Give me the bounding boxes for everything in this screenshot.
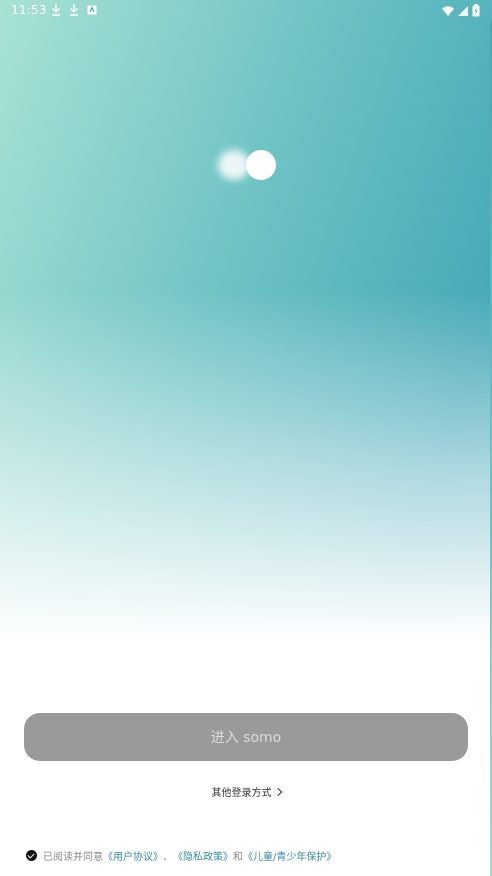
status-notification-icons: [51, 4, 97, 16]
logo-solid-circle: [246, 150, 276, 180]
status-bar: 11:53: [0, 0, 492, 20]
user-agreement-link[interactable]: 《用户协议》: [103, 848, 163, 863]
privacy-policy-link[interactable]: 《隐私政策》: [173, 848, 233, 863]
somo-logo: [216, 146, 280, 184]
enter-button-label: 进入 somo: [210, 730, 282, 746]
download-icon: [52, 4, 60, 16]
agreement-prefix: 已阅读并同意: [43, 851, 103, 863]
signal-icon: [458, 5, 468, 16]
child-protection-link[interactable]: 《儿童/青少年保护》: [243, 848, 336, 863]
enter-somo-button[interactable]: 进入 somo: [24, 713, 468, 761]
app-notification-icon: [87, 5, 97, 15]
agreement-and: 和: [233, 851, 243, 863]
download-icon: [70, 4, 78, 16]
other-login-methods-link[interactable]: 其他登录方式: [0, 784, 492, 799]
login-screen: 11:53 进入 somo 其他登录方式 已阅读并同意 《用户协议》 、 《隐私…: [0, 0, 492, 876]
status-time: 11:53: [11, 3, 47, 17]
chevron-right-icon: [273, 787, 282, 797]
wifi-icon: [442, 5, 454, 16]
agreement-row: 已阅读并同意 《用户协议》 、 《隐私政策》 和 《儿童/青少年保护》: [26, 847, 336, 863]
other-login-label: 其他登录方式: [211, 788, 272, 799]
agreement-checkbox[interactable]: [26, 849, 37, 861]
status-system-icons: [442, 4, 480, 17]
agreement-separator: 、: [163, 851, 173, 863]
battery-charging-icon: [472, 4, 480, 17]
